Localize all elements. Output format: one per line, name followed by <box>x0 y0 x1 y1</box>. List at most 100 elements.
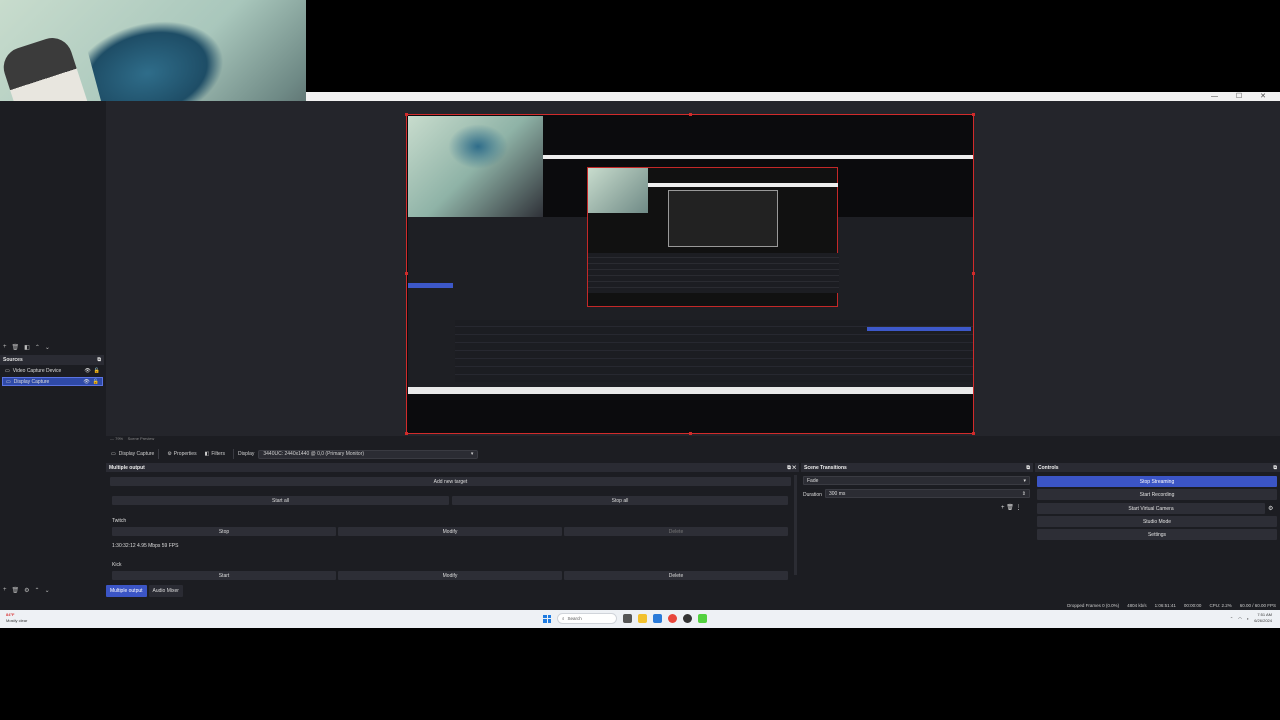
filter-icon[interactable]: ◧ <box>24 344 30 351</box>
start-target-button[interactable]: Start <box>112 571 336 580</box>
record-time: 00:00:00 <box>1183 602 1202 608</box>
dock-popout-icon[interactable]: ⧉ <box>1026 465 1030 471</box>
obs-window-titlebar[interactable]: — ☐ ✕ <box>306 92 1280 101</box>
add-target-button[interactable]: Add new target <box>110 477 791 486</box>
target-name: Kick <box>112 562 122 568</box>
filters-button[interactable]: ◧ Filters <box>201 450 229 458</box>
zoom-level: — 79% <box>110 436 124 441</box>
nested-titlebar <box>543 155 973 159</box>
preview-mode: Scene Preview <box>127 436 155 441</box>
chevron-down-icon: ▾ <box>1023 477 1026 484</box>
controls-dock: Controls ⧉ Stop Streaming Start Recordin… <box>1035 463 1280 585</box>
monitor-icon: ▭ <box>6 378 11 385</box>
stop-all-button[interactable]: Stop all <box>452 496 788 505</box>
filter-icon: ◧ <box>204 451 210 457</box>
app-icon[interactable] <box>698 614 707 623</box>
resize-handle[interactable] <box>405 432 408 435</box>
gear-icon[interactable]: ⚙ <box>24 587 29 594</box>
file-explorer-icon[interactable] <box>638 614 647 623</box>
close-icon[interactable]: ✕ <box>792 465 796 471</box>
store-icon[interactable] <box>653 614 662 623</box>
sources-dock-title: Sources ⧉ <box>0 355 104 365</box>
program-preview[interactable] <box>406 114 974 434</box>
nested-source-selected <box>408 283 453 288</box>
scrollbar[interactable] <box>794 475 797 575</box>
chrome-icon[interactable] <box>668 614 677 623</box>
weather-widget[interactable]: 84°F Mostly clear <box>6 612 27 624</box>
search-icon: ⌕ <box>562 616 565 621</box>
add-icon[interactable]: + <box>3 344 7 351</box>
chevron-up-icon[interactable]: ⌃ <box>1230 616 1233 621</box>
delete-target-button[interactable]: Delete <box>564 571 788 580</box>
dock-popout-icon[interactable]: ⧉ <box>1273 465 1277 471</box>
volume-icon[interactable]: ◗ <box>1247 616 1249 621</box>
chevron-down-icon[interactable]: ⌄ <box>45 587 50 594</box>
source-toolbar: ▭ Display Capture ⚙ Properties ◧ Filters… <box>106 447 1280 461</box>
eye-icon[interactable]: 👁 <box>83 379 89 385</box>
nested-camera-image <box>408 116 543 217</box>
stop-streaming-button[interactable]: Stop Streaming <box>1037 476 1277 487</box>
camera-icon: ▭ <box>5 367 10 374</box>
obs-icon[interactable] <box>683 614 692 623</box>
resize-handle[interactable] <box>972 272 975 275</box>
dock-tabs: Multiple output Audio Mixer <box>106 585 183 597</box>
resize-handle[interactable] <box>405 272 408 275</box>
wifi-icon[interactable]: ◠ <box>1238 616 1242 621</box>
start-all-button[interactable]: Start all <box>112 496 449 505</box>
chevron-down-icon[interactable]: ⌄ <box>45 344 50 351</box>
trash-icon[interactable]: 🗑 <box>1006 505 1014 511</box>
lock-icon[interactable]: 🔓 <box>94 368 100 374</box>
source-item-display-capture[interactable]: ▭ Display Capture 👁 🔓 <box>2 377 103 386</box>
dock-popout-icon[interactable]: ⧉ <box>97 357 101 363</box>
modify-target-button[interactable]: Modify <box>338 527 562 536</box>
taskbar-center: ⌕ Search <box>543 613 707 624</box>
controls-title: Controls ⧉ <box>1035 463 1280 472</box>
eye-icon[interactable]: 👁 <box>84 368 90 374</box>
resize-handle[interactable] <box>689 113 692 116</box>
status-bar: Dropped Frames 0 (0.0%) 4804 kb/s 1:06:5… <box>0 600 1280 610</box>
modify-target-button[interactable]: Modify <box>338 571 562 580</box>
resize-handle[interactable] <box>972 113 975 116</box>
windows-start-icon[interactable] <box>543 614 551 623</box>
source-item-video-capture[interactable]: ▭ Video Capture Device 👁 🔓 <box>2 366 103 375</box>
display-select[interactable]: 3440UC: 2440x1440 @ 0,0 (Primary Monitor… <box>258 449 479 459</box>
transition-select[interactable]: Fade ▾ <box>803 476 1030 485</box>
preview-zoom-status: — 79% Scene Preview <box>110 436 154 441</box>
add-icon[interactable]: + <box>1001 505 1005 511</box>
window-controls[interactable]: — ☐ ✕ <box>1211 92 1274 100</box>
nested-taskbar <box>408 387 973 394</box>
monitor-icon: ▭ <box>111 451 116 457</box>
trash-icon[interactable]: 🗑 <box>12 344 20 351</box>
task-view-icon[interactable] <box>623 614 632 623</box>
system-tray: ⌃ ◠ ◗ 7:51 AM 6/26/2024 <box>1230 612 1272 624</box>
resize-handle[interactable] <box>405 113 408 116</box>
properties-button[interactable]: ⚙ Properties <box>163 450 200 458</box>
gear-icon: ⚙ <box>167 451 172 457</box>
duration-input[interactable]: 300 ms ⇕ <box>825 489 1030 498</box>
tab-multiple-output[interactable]: Multiple output <box>106 585 147 597</box>
start-recording-button[interactable]: Start Recording <box>1037 489 1277 500</box>
gear-icon[interactable]: ⚙ <box>1268 505 1273 512</box>
tab-audio-mixer[interactable]: Audio Mixer <box>148 585 183 597</box>
settings-button[interactable]: Settings <box>1037 529 1277 540</box>
multiple-output-title: Multiple output ⧉ ✕ <box>106 463 799 472</box>
trash-icon[interactable]: 🗑 <box>12 587 20 594</box>
lock-icon[interactable]: 🔓 <box>93 379 99 385</box>
add-icon[interactable]: + <box>3 587 7 594</box>
studio-mode-button[interactable]: Studio Mode <box>1037 516 1277 527</box>
spinner-icon: ⇕ <box>1021 490 1026 497</box>
more-icon[interactable]: ⋮ <box>1015 505 1021 511</box>
stop-target-button[interactable]: Stop <box>112 527 336 536</box>
current-source: ▭ Display Capture <box>111 451 155 457</box>
resize-handle[interactable] <box>972 432 975 435</box>
chevron-up-icon[interactable]: ⌃ <box>35 587 40 594</box>
taskbar-search[interactable]: ⌕ Search <box>557 613 617 624</box>
clock[interactable]: 7:51 AM 6/26/2024 <box>1254 612 1272 624</box>
cpu-usage: CPU: 2.2% <box>1209 602 1232 608</box>
chevron-up-icon[interactable]: ⌃ <box>35 344 40 351</box>
delete-target-button[interactable]: Delete <box>564 527 788 536</box>
resize-handle[interactable] <box>689 432 692 435</box>
nested-stop-streaming <box>867 327 971 331</box>
dock-popout-icon[interactable]: ⧉ <box>787 465 791 471</box>
start-virtual-camera-button[interactable]: Start Virtual Camera <box>1037 503 1265 514</box>
